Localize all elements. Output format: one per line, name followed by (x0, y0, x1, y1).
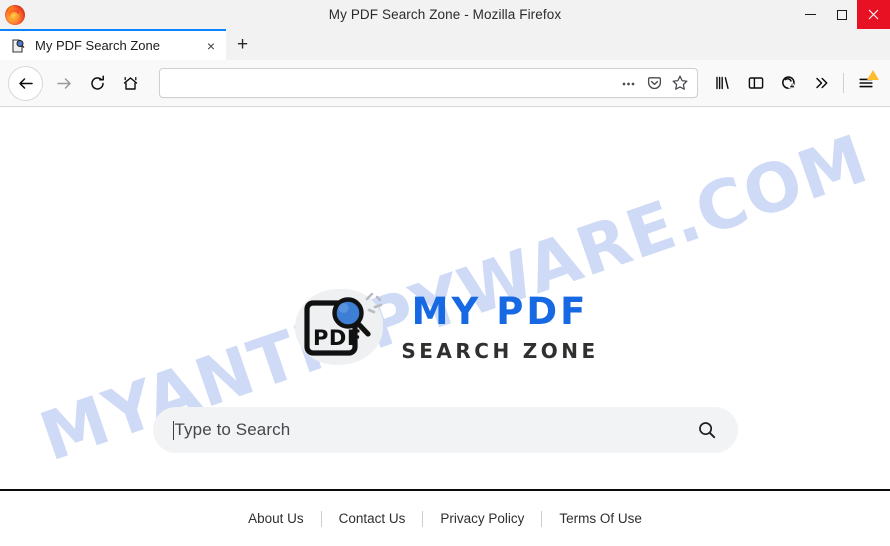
close-icon (868, 9, 879, 20)
app-menu-button[interactable] (849, 67, 882, 100)
footer-link-terms-of-use[interactable]: Terms Of Use (542, 511, 659, 526)
toolbar-divider (843, 73, 844, 93)
tab-my-pdf-search-zone[interactable]: My PDF Search Zone × (0, 29, 226, 60)
page-actions-button[interactable] (615, 70, 641, 96)
star-icon (672, 75, 688, 90)
close-button[interactable] (857, 0, 890, 29)
page-footer: About Us Contact Us Privacy Policy Terms… (0, 491, 890, 546)
tab-favicon-icon (10, 38, 26, 54)
bookmark-button[interactable] (667, 70, 693, 96)
browser-window: My PDF Search Zone - Mozilla Firefox My … (0, 0, 890, 546)
sidebar-icon (748, 77, 763, 89)
site-logo: PDF MY PDF SEARCH ZONE (291, 285, 598, 369)
overflow-button[interactable] (805, 67, 838, 100)
logo-word-primary-row: MY PDF (412, 293, 589, 330)
library-button[interactable] (706, 67, 739, 100)
search-icon (698, 422, 715, 439)
back-button[interactable] (8, 65, 43, 101)
window-title: My PDF Search Zone - Mozilla Firefox (328, 7, 562, 22)
logo-word-pdf: PDF (496, 290, 589, 333)
hero-section: PDF MY PDF SEARCH ZONE Type to Search (0, 107, 890, 489)
search-box[interactable]: Type to Search (152, 407, 738, 453)
back-arrow-icon (19, 77, 33, 89)
window-controls (795, 0, 890, 29)
tab-label: My PDF Search Zone (35, 38, 160, 53)
new-tab-button[interactable]: + (226, 29, 259, 60)
library-icon (715, 76, 729, 90)
url-bar[interactable] (159, 68, 698, 98)
sidebar-button[interactable] (739, 67, 772, 100)
ellipsis-icon (622, 82, 634, 85)
pocket-button[interactable] (641, 70, 667, 96)
navigation-toolbar (0, 60, 890, 107)
search-submit-button[interactable] (694, 417, 720, 443)
chevrons-right-icon (815, 77, 827, 89)
logo-tagline-search: SEARCH (401, 339, 513, 363)
page-content: MYANTISPYWARE.COM PDF MY PDF SEARCH ZONE… (0, 107, 890, 546)
footer-link-contact-us[interactable]: Contact Us (322, 511, 423, 526)
footer-link-about-us[interactable]: About Us (231, 511, 321, 526)
footer-link-privacy-policy[interactable]: Privacy Policy (423, 511, 541, 526)
footer-links: About Us Contact Us Privacy Policy Terms… (231, 510, 659, 527)
warning-triangle-badge-icon (867, 69, 879, 80)
home-button[interactable] (114, 67, 147, 100)
minimize-button[interactable] (795, 0, 826, 29)
title-bar: My PDF Search Zone - Mozilla Firefox (0, 0, 890, 29)
tab-strip: My PDF Search Zone × + (0, 29, 890, 60)
account-button[interactable] (772, 67, 805, 100)
account-warning-icon (781, 76, 796, 89)
svg-text:PDF: PDF (313, 326, 362, 350)
logo-word-my: MY (411, 290, 482, 333)
forward-button[interactable] (48, 67, 81, 100)
forward-arrow-icon (57, 77, 71, 89)
search-text-caret (172, 420, 174, 440)
reload-button[interactable] (81, 67, 114, 100)
tab-close-button[interactable]: × (202, 37, 220, 55)
home-icon (123, 76, 138, 90)
toolbar-right-group (706, 67, 882, 100)
pocket-icon (647, 76, 661, 89)
pdf-magnifier-logo-icon: PDF (291, 285, 387, 369)
maximize-button[interactable] (826, 0, 857, 29)
logo-tagline-row: SEARCH ZONE (401, 341, 598, 361)
logo-wordmark: MY PDF SEARCH ZONE (401, 293, 598, 361)
firefox-logo-icon (5, 4, 25, 25)
logo-tagline-zone: ZONE (522, 339, 599, 363)
search-input[interactable]: Type to Search (175, 420, 694, 440)
reload-icon (91, 75, 104, 90)
